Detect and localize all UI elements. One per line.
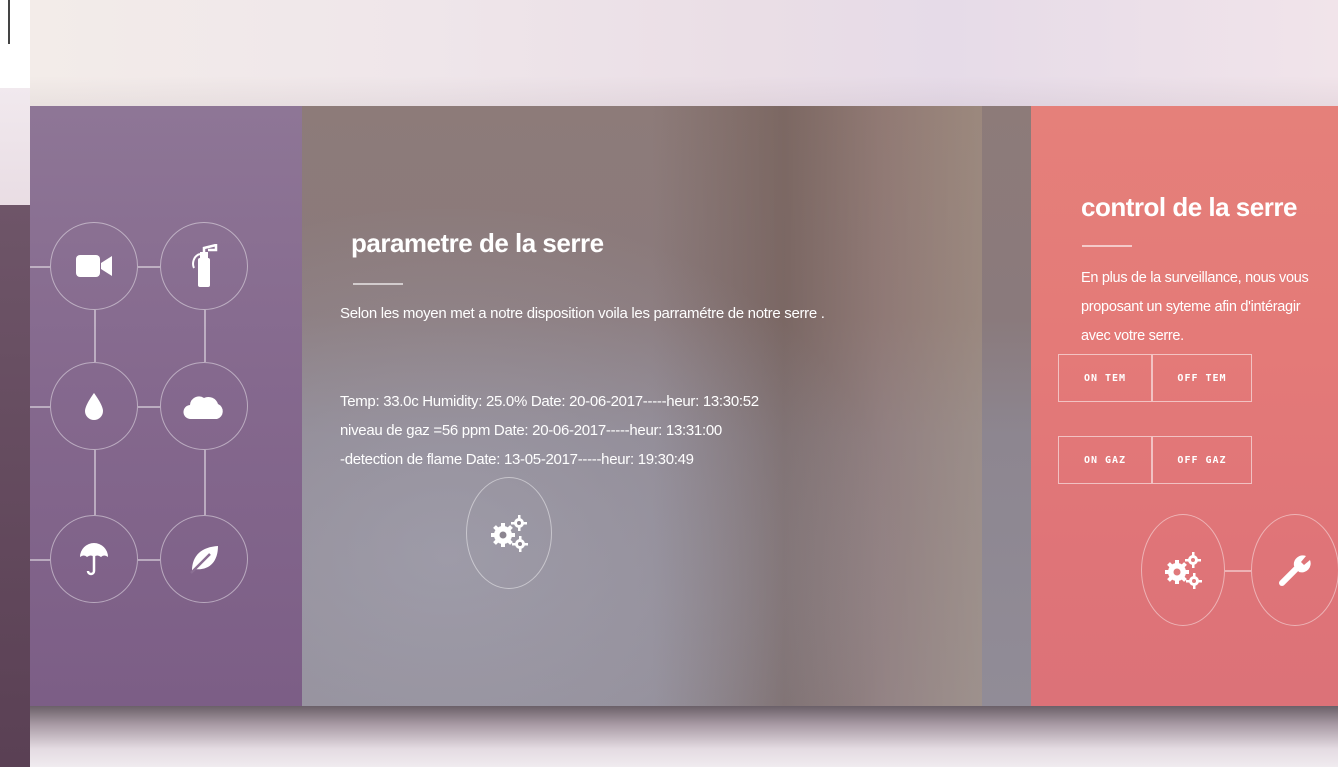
connector-line — [30, 406, 50, 408]
control-panel: control de la serre En plus de la survei… — [1031, 106, 1338, 706]
icon-panel — [30, 106, 302, 706]
on-gaz-button[interactable]: ON GAZ — [1058, 436, 1152, 484]
control-title: control de la serre — [1081, 192, 1297, 222]
leaf-icon — [160, 515, 248, 603]
off-tem-button[interactable]: OFF TEM — [1152, 354, 1252, 402]
connector-line — [1225, 570, 1251, 572]
on-tem-button[interactable]: ON TEM — [1058, 354, 1152, 402]
off-gaz-button[interactable]: OFF GAZ — [1152, 436, 1252, 484]
connector-line — [204, 450, 206, 515]
connector-line — [30, 266, 50, 268]
cloud-icon — [160, 362, 248, 450]
reading-gas-level: niveau de gaz =56 ppm Date: 20-06-2017--… — [340, 422, 722, 439]
connector-line — [138, 266, 160, 268]
connector-line — [94, 450, 96, 515]
umbrella-icon — [50, 515, 138, 603]
parameters-description: Selon les moyen met a notre disposition … — [340, 305, 825, 322]
video-camera-icon — [50, 222, 138, 310]
title-underline — [1082, 245, 1132, 247]
fire-extinguisher-icon — [160, 222, 248, 310]
bottom-background-band — [30, 706, 1338, 767]
parameters-title: parametre de la serre — [351, 228, 604, 258]
gears-icon — [466, 477, 552, 589]
connector-line — [30, 559, 50, 561]
connector-line — [138, 406, 160, 408]
reading-flame-detection: -detection de flame Date: 13-05-2017----… — [340, 451, 694, 468]
connector-line — [94, 310, 96, 362]
reading-temp-humidity: Temp: 33.0c Humidity: 25.0% Date: 20-06-… — [340, 393, 759, 410]
title-underline — [353, 283, 403, 285]
left-window-edge — [0, 0, 30, 767]
control-description: En plus de la surveillance, nous vous pr… — [1081, 270, 1309, 344]
connector-line — [204, 310, 206, 362]
water-drop-icon — [50, 362, 138, 450]
top-background-band — [30, 0, 1338, 106]
connector-line — [138, 559, 160, 561]
gears-icon — [1141, 514, 1225, 626]
wrench-icon — [1251, 514, 1338, 626]
parameters-panel: parametre de la serre Selon les moyen me… — [302, 106, 1031, 706]
window-edge-line — [8, 0, 10, 44]
